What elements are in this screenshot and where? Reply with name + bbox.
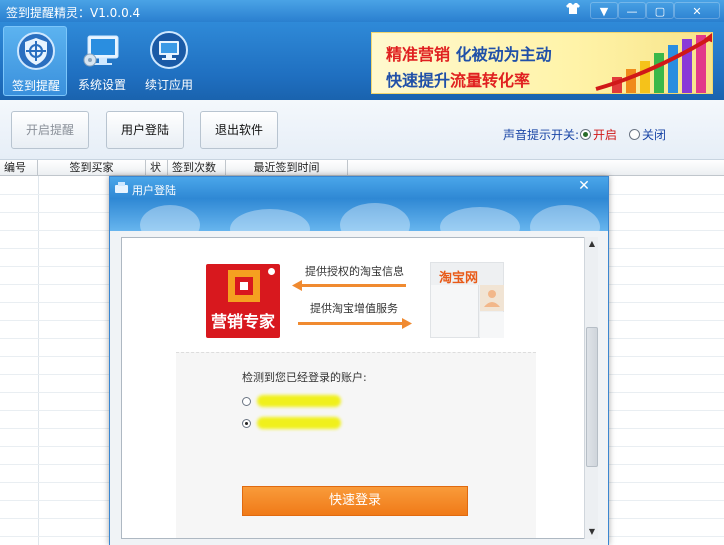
login-content-frame: 营销专家 提供授权的淘宝信息 提供淘宝增值服务 淘宝网 检测到您已经登录的账户:… [121,237,598,539]
menu-dropdown-icon[interactable]: ▼ [590,2,618,19]
radio-unchecked-icon [242,397,251,406]
sound-toggle-label: 声音提示开关: [503,128,580,142]
logo-text: 营销专家 [210,312,275,331]
column-header-id[interactable]: 编号 [0,160,38,176]
growth-chart-icon [595,33,712,93]
detected-accounts-label: 检测到您已经登录的账户: [242,371,367,384]
banner-line-2: 快速提升流量转化率 [386,71,531,90]
radio-checked-icon [580,129,591,140]
scroll-up-icon[interactable]: ▲ [585,237,599,251]
dialog-title: 用户登陆 [132,184,176,197]
action-bar: 开启提醒 用户登陆 退出软件 声音提示开关: 开启 关闭 [0,100,724,160]
scroll-down-icon[interactable]: ▼ [585,525,599,539]
dialog-app-icon [115,182,128,193]
sound-on-radio[interactable]: 开启 [580,126,617,143]
account-option-1[interactable] [242,395,341,408]
arrow-left-head [292,280,302,291]
account-option-2[interactable] [242,417,341,430]
auth-info-text: 提供授权的淘宝信息 [305,265,404,278]
login-area: 检测到您已经登录的账户: 快速登录 [176,352,536,538]
skin-icon[interactable] [562,2,584,19]
taobao-logo: 淘宝网 [430,262,504,338]
arrow-right-head [402,318,412,329]
redacted-account [257,395,341,407]
arrow-right-icon [298,322,406,325]
monitor-gear-icon [83,35,119,67]
marketing-expert-logo: 营销专家 [206,264,280,338]
table-header: 编号 签到买家 状 签到次数 最近签到时间 [0,160,724,176]
maximize-button[interactable]: ▢ [646,2,674,19]
toolbar-item-signin-remind[interactable]: 签到提醒 [3,26,67,96]
close-button[interactable]: ✕ [674,2,720,19]
redacted-account [257,417,341,429]
sound-off-radio[interactable]: 关闭 [629,126,666,143]
dialog-body: 营销专家 提供授权的淘宝信息 提供淘宝增值服务 淘宝网 检测到您已经登录的账户:… [110,231,608,545]
user-login-button[interactable]: 用户登陆 [106,111,184,149]
shield-target-icon [17,32,55,70]
toolbar-item-renew[interactable]: 续订应用 [137,26,201,96]
user-avatar-icon [484,290,500,307]
toolbar-item-label: 签到提醒 [11,79,60,93]
toolbar-item-label: 系统设置 [77,78,126,92]
title-bar: 签到提醒精灵：V1.0.0.4 ▼ — ▢ ✕ [0,0,724,22]
login-dialog: 用户登陆 ✕ 营销专家 提供授权的淘宝信息 提供淘宝增值服务 淘宝网 检测到您已… [109,176,609,545]
app-title: 签到提醒精灵：V1.0.0.4 [6,6,141,20]
grid-column-line [38,176,39,545]
toolbar-item-settings[interactable]: 系统设置 [70,26,134,96]
radio-unchecked-icon [629,129,640,140]
column-header-status[interactable]: 状 [146,160,168,176]
dialog-title-bar: 用户登陆 ✕ [110,177,608,231]
taobao-text: 淘宝网 [439,271,479,286]
column-header-count[interactable]: 签到次数 [168,160,226,176]
column-header-last-time[interactable]: 最近签到时间 [226,160,348,176]
monitor-app-icon [150,31,188,69]
radio-checked-icon [242,419,251,428]
start-remind-button[interactable]: 开启提醒 [11,111,89,149]
ad-banner[interactable]: 精准营销 化被动为主动 快速提升流量转化率 [371,32,713,94]
quick-login-button[interactable]: 快速登录 [242,486,468,516]
exit-app-button[interactable]: 退出软件 [200,111,278,149]
banner-line-1: 精准营销 化被动为主动 [386,45,552,64]
toolbar-item-label: 续订应用 [144,78,193,92]
scroll-thumb[interactable] [586,327,598,467]
arrow-left-icon [298,284,406,287]
content-scrollbar[interactable]: ▲ ▼ [584,237,598,539]
minimize-button[interactable]: — [618,2,646,19]
column-header-buyer[interactable]: 签到买家 [38,160,146,176]
main-toolbar: 签到提醒 系统设置 续订应用 精准营销 化被动为主动 快速提升流量转化率 [0,22,724,100]
service-text: 提供淘宝增值服务 [310,302,398,315]
dialog-close-button[interactable]: ✕ [566,177,602,196]
